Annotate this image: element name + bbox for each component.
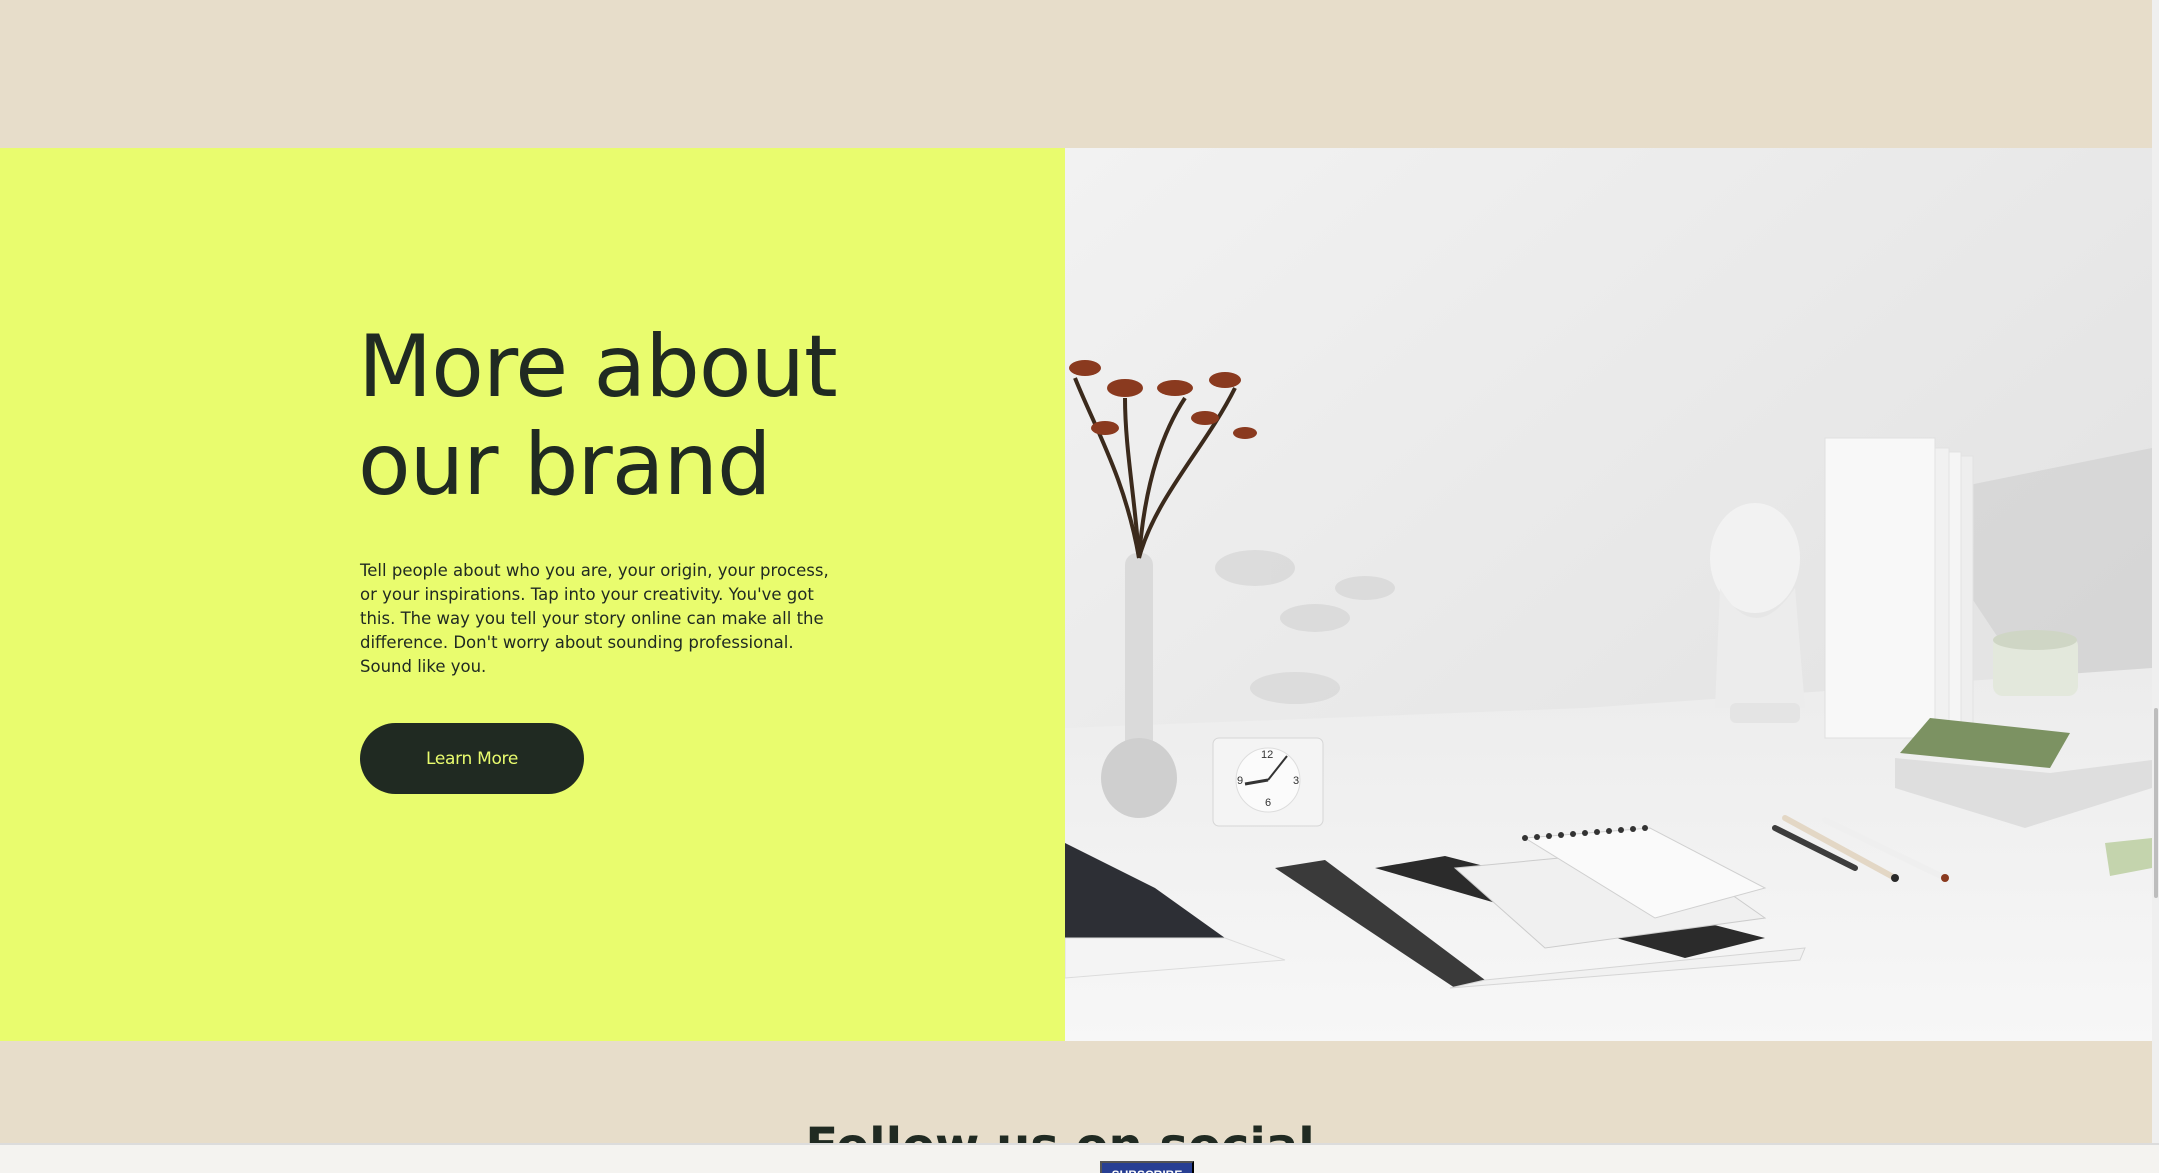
svg-text:3: 3: [1293, 775, 1299, 787]
svg-text:6: 6: [1265, 797, 1271, 809]
brand-description: Tell people about who you are, your orig…: [360, 561, 829, 676]
svg-text:9: 9: [1237, 775, 1243, 787]
newsletter-bar-text: [620, 1152, 1090, 1172]
svg-text:12: 12: [1261, 749, 1273, 761]
page-scrollbar[interactable]: [2152, 0, 2159, 1173]
brand-section: More about our brand Tell people about w…: [0, 148, 2152, 1041]
top-spacer-band: [0, 0, 2152, 148]
brand-copy-panel: More about our brand Tell people about w…: [0, 148, 1065, 1041]
desk-still-life-illustration: 12 3 6 9: [1065, 148, 2152, 1041]
brand-image: 12 3 6 9: [1065, 148, 2152, 1041]
subscribe-button[interactable]: SUBSCRIBE: [1100, 1161, 1194, 1173]
learn-more-button[interactable]: Learn More: [360, 723, 584, 794]
scrollbar-thumb[interactable]: [2154, 708, 2158, 898]
brand-heading: More about our brand: [358, 317, 838, 515]
newsletter-bar: SUBSCRIBE: [0, 1143, 2159, 1173]
